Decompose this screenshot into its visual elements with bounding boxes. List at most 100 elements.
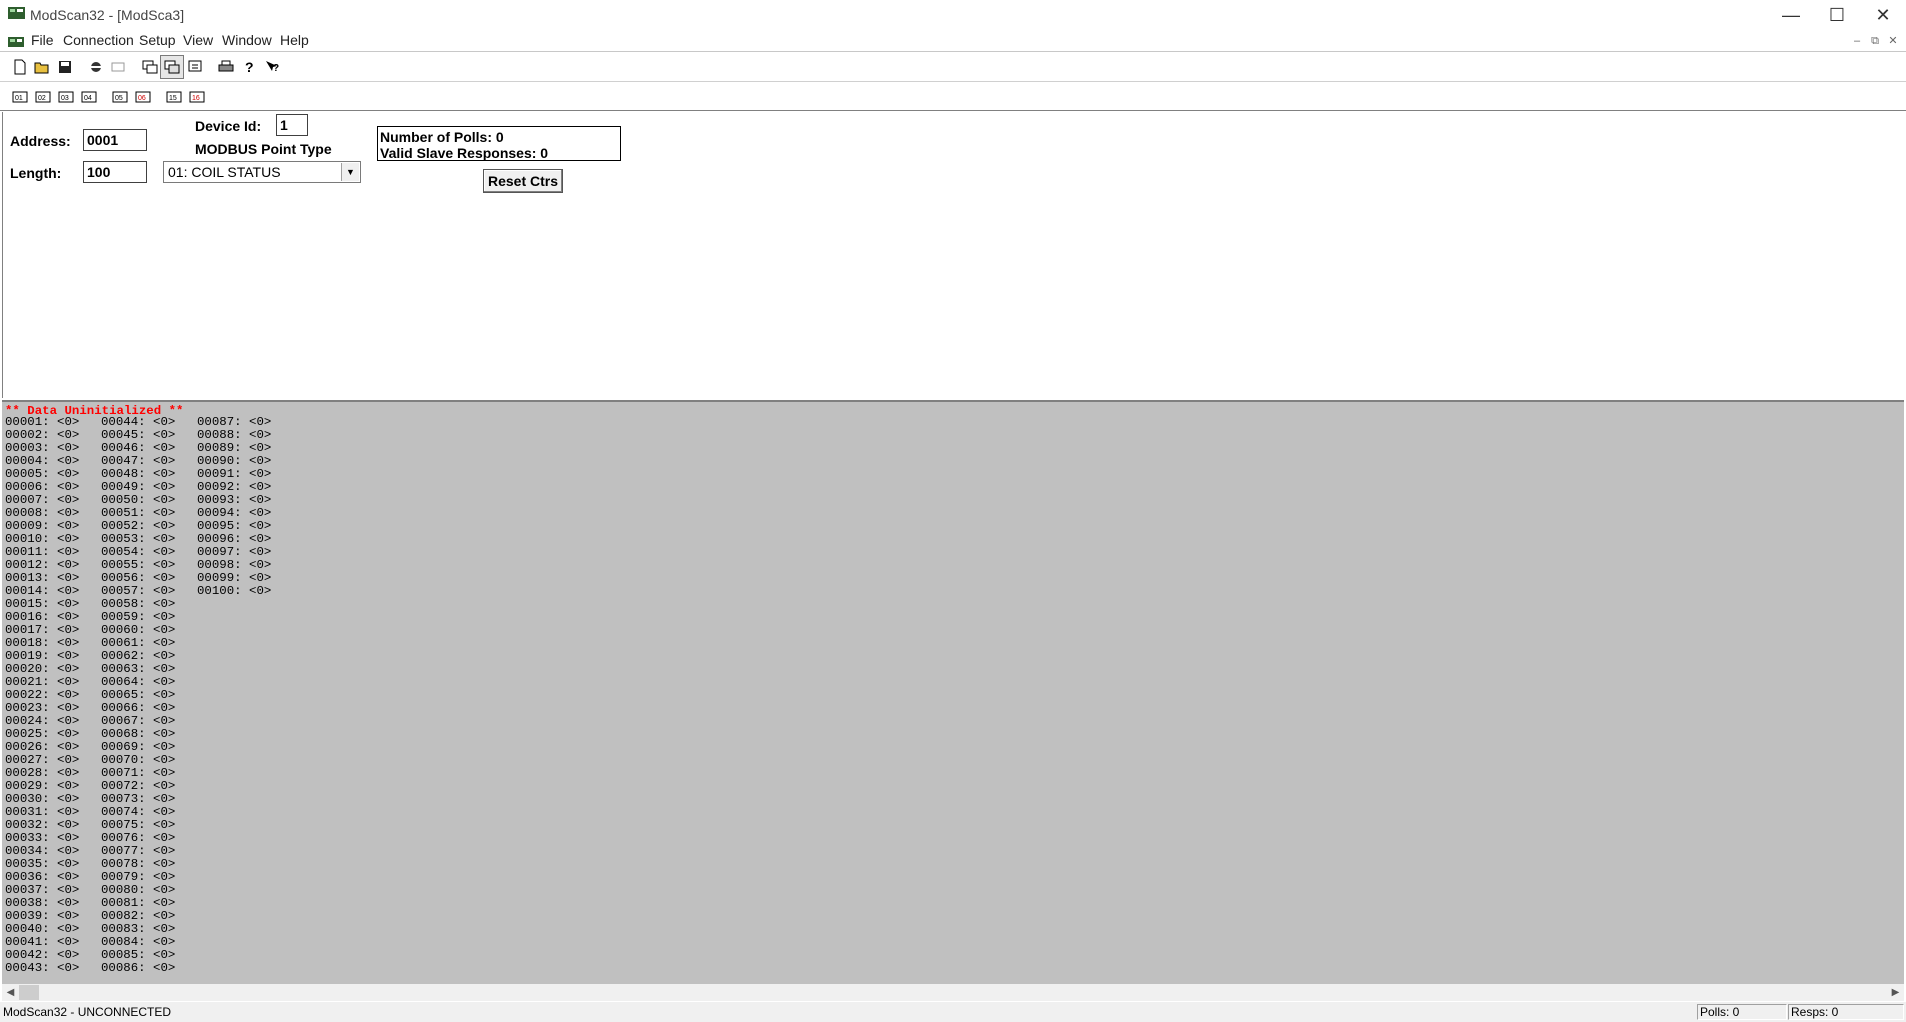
address-label: Address: [10, 133, 71, 149]
write-register-icon: 06 [135, 91, 151, 103]
new-button[interactable] [8, 55, 32, 79]
fc15-button[interactable]: 15 [162, 85, 186, 109]
display-traffic-button[interactable] [184, 55, 208, 79]
reset-counters-button[interactable]: Reset Ctrs [483, 169, 563, 193]
function-toolbar: 01 02 03 04 05 06 15 16 [0, 82, 1906, 110]
connection-status: ModScan32 - UNCONNECTED [3, 1005, 172, 1019]
main-toolbar: ? ? [0, 52, 1906, 80]
close-button[interactable]: ✕ [1860, 0, 1906, 30]
status-bar: ModScan32 - UNCONNECTED Polls: 0 Resps: … [0, 1002, 1906, 1022]
point-type-select[interactable]: 01: COIL STATUS ▼ [163, 161, 361, 183]
svg-text:02: 02 [38, 95, 46, 102]
fc03-button[interactable]: 03 [54, 85, 78, 109]
polls-status: Polls: 0 [1697, 1004, 1787, 1020]
display-window-icon [142, 60, 158, 74]
menu-window[interactable]: Window [222, 32, 272, 48]
fc02-button[interactable]: 02 [31, 85, 55, 109]
title-bar: ModScan32 - [ModSca3] — ☐ ✕ [0, 0, 1906, 30]
svg-text:06: 06 [138, 95, 146, 102]
svg-text:05: 05 [115, 95, 123, 102]
document-icon [8, 37, 24, 47]
display-data-button[interactable] [160, 55, 184, 79]
fc05-button[interactable]: 05 [108, 85, 132, 109]
data-column-1: 00001: <0> 00002: <0> 00003: <0> 00004: <0>… [5, 416, 79, 975]
mdi-close-button[interactable]: ✕ [1885, 34, 1901, 48]
open-button[interactable] [30, 55, 54, 79]
context-help-icon: ? [266, 61, 279, 74]
connect-button[interactable] [84, 55, 108, 79]
coil-entry[interactable]: 00043: <0> [5, 962, 79, 975]
disconnect-button[interactable] [106, 55, 130, 79]
menu-help[interactable]: Help [280, 32, 309, 48]
maximize-icon: ☐ [1828, 4, 1846, 25]
print-button[interactable] [214, 55, 238, 79]
question-icon: ? [245, 59, 254, 75]
open-folder-icon [34, 62, 49, 74]
input-register-icon: 04 [81, 91, 97, 103]
horizontal-scrollbar[interactable]: ◀ ▶ [2, 984, 1904, 1001]
scrollbar-thumb[interactable] [19, 985, 39, 1000]
svg-text:?: ? [245, 59, 254, 75]
display-data-icon [164, 60, 180, 74]
svg-text:04: 04 [84, 95, 92, 102]
fc16-button[interactable]: 16 [185, 85, 209, 109]
fc04-button[interactable]: 04 [77, 85, 101, 109]
app-icon [8, 7, 25, 19]
connect-icon [89, 62, 103, 72]
save-icon [59, 61, 71, 73]
data-display: ** Data Uninitialized ** 00001: <0> 00002… [2, 400, 1904, 986]
window-title: ModScan32 - [ModSca3] [30, 7, 185, 23]
mdi-minimize-button[interactable]: – [1849, 34, 1865, 48]
data-column-3: 00087: <0> 00088: <0> 00089: <0> 00090: <0>… [197, 416, 271, 598]
write-multiple-coils-icon: 15 [166, 91, 182, 103]
help-button[interactable]: ? [237, 55, 261, 79]
maximize-button[interactable]: ☐ [1814, 0, 1860, 30]
coil-entry[interactable]: 00100: <0> [197, 585, 271, 598]
mdi-restore-button[interactable]: ⧉ [1867, 34, 1883, 48]
coil-entry[interactable]: 00086: <0> [101, 962, 175, 975]
close-icon: ✕ [1875, 4, 1891, 25]
data-column-2: 00044: <0> 00045: <0> 00046: <0> 00047: <0>… [101, 416, 175, 975]
scroll-left-icon[interactable]: ◀ [2, 984, 19, 1001]
device-id-input[interactable]: 1 [276, 114, 308, 136]
menu-connection[interactable]: Connection [63, 32, 134, 48]
svg-text:?: ? [273, 63, 279, 74]
menu-bar: File Connection Setup View Window Help [0, 30, 1906, 52]
scroll-right-icon[interactable]: ▶ [1887, 984, 1904, 1001]
poll-counters: Number of Polls: 0 Valid Slave Responses… [377, 126, 621, 161]
new-file-icon [14, 59, 26, 75]
svg-text:16: 16 [192, 95, 200, 102]
minimize-button[interactable]: — [1768, 0, 1814, 30]
point-type-label: MODBUS Point Type [195, 141, 332, 157]
fc06-button[interactable]: 06 [131, 85, 155, 109]
svg-text:15: 15 [169, 95, 177, 102]
menu-view[interactable]: View [183, 32, 213, 48]
save-button[interactable] [53, 55, 77, 79]
svg-text:01: 01 [15, 95, 23, 102]
menu-setup[interactable]: Setup [139, 32, 176, 48]
fc01-button[interactable]: 01 [8, 85, 32, 109]
device-id-label: Device Id: [195, 118, 262, 134]
write-coil-icon: 05 [112, 91, 128, 103]
responses-status: Resps: 0 [1788, 1004, 1904, 1020]
address-input[interactable]: 0001 [83, 129, 147, 151]
context-help-button[interactable]: ? [260, 55, 284, 79]
write-multiple-registers-icon: 16 [189, 91, 205, 103]
menu-file[interactable]: File [31, 32, 54, 48]
input-status-icon: 02 [35, 91, 51, 103]
holding-register-icon: 03 [58, 91, 74, 103]
chevron-down-icon[interactable]: ▼ [341, 163, 359, 181]
disconnect-icon [111, 62, 125, 72]
svg-text:03: 03 [61, 95, 69, 102]
length-input[interactable]: 100 [83, 161, 147, 183]
polls-count: Number of Polls: 0 [380, 129, 504, 145]
length-label: Length: [10, 165, 62, 181]
point-type-value: 01: COIL STATUS [168, 164, 281, 180]
coil-icon: 01 [12, 91, 28, 103]
display-binary-button[interactable] [138, 55, 162, 79]
valid-responses-count: Valid Slave Responses: 0 [380, 145, 549, 161]
printer-icon [218, 60, 234, 72]
toolbar-bottom-border [0, 110, 1906, 111]
display-traffic-icon [188, 60, 202, 72]
minimize-icon: — [1782, 4, 1800, 25]
